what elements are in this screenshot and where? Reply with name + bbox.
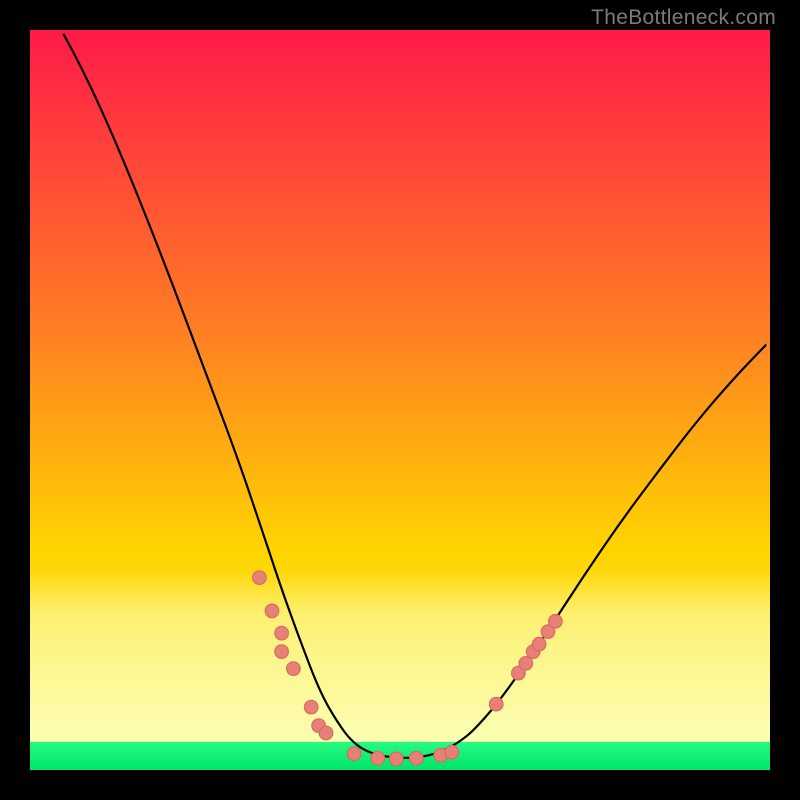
data-marker: [275, 626, 289, 640]
data-marker: [549, 615, 563, 629]
chart-svg: [30, 30, 770, 770]
data-marker: [390, 752, 404, 766]
chart-container: TheBottleneck.com: [0, 0, 800, 800]
plot-area: [30, 30, 770, 770]
data-marker: [532, 637, 546, 651]
data-marker: [287, 662, 301, 676]
data-marker: [445, 745, 459, 759]
data-marker: [489, 697, 503, 711]
data-marker: [519, 657, 533, 671]
data-marker: [371, 751, 385, 765]
data-marker: [275, 645, 289, 659]
data-marker: [265, 604, 279, 618]
data-marker: [410, 751, 424, 765]
yellow-band: [30, 570, 770, 742]
data-marker: [347, 747, 361, 761]
data-marker: [304, 700, 318, 714]
data-marker: [253, 571, 267, 585]
watermark-text: TheBottleneck.com: [591, 6, 776, 30]
data-marker: [319, 726, 333, 740]
